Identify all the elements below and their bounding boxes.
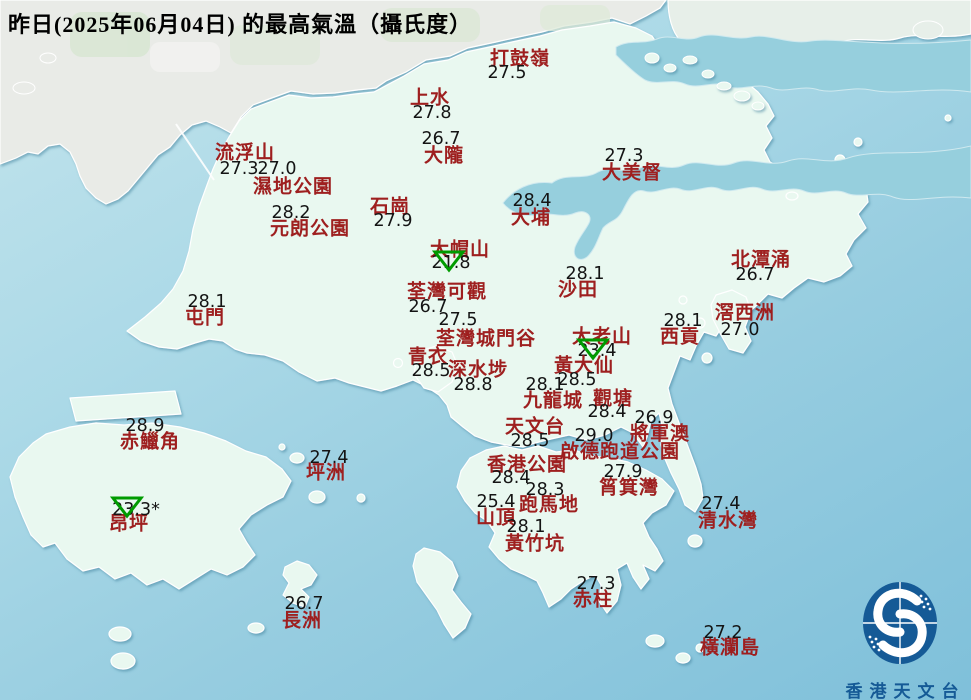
station-temperature: 28.3 <box>526 480 565 500</box>
station-temperature: 26.7 <box>285 594 324 614</box>
station-temperature: 27.8 <box>413 103 452 123</box>
station-temperature: 26.7 <box>736 265 775 285</box>
station-temperature: 28.5 <box>412 361 451 381</box>
station-temperature: 27.0 <box>721 320 760 340</box>
hko-logo: 香港天文台 HONG KONG OBSERVATORY <box>818 576 971 700</box>
station-temperature: 28.1 <box>507 517 546 537</box>
station-temperature: 27.3 <box>605 146 644 166</box>
station-temperature: 27.0 <box>258 159 297 179</box>
station-temperature: 28.4 <box>588 402 627 422</box>
station-temperature: 27.5 <box>488 63 527 83</box>
min-triangle-marker <box>110 495 144 519</box>
station-temperature: 27.9 <box>374 211 413 231</box>
station-temperature: 28.1 <box>526 375 565 395</box>
hko-logo-icon <box>818 576 971 670</box>
hko-logo-chinese-name: 香港天文台 <box>818 677 971 700</box>
station-temperature: 28.9 <box>126 416 165 436</box>
station-temperature: 26.9 <box>635 408 674 428</box>
station-temperature: 27.3 <box>577 574 616 594</box>
station-temperature: 28.4 <box>513 191 552 211</box>
map-title: 昨日(2025年06月04日) 的最高氣溫（攝氏度） <box>8 7 472 39</box>
station-temperature: 28.1 <box>188 292 227 312</box>
station-temperature: 27.5 <box>439 310 478 330</box>
station-temperature: 27.2 <box>704 623 743 643</box>
station-temperature: 27.4 <box>310 448 349 468</box>
station-temperature: 27.4 <box>702 494 741 514</box>
station-temperature: 28.5 <box>511 431 550 451</box>
station-temperature: 27.9 <box>604 462 643 482</box>
hko-max-temperature-map: 昨日(2025年06月04日) 的最高氣溫（攝氏度） 打鼓嶺27.5上水27.8… <box>0 0 971 700</box>
station-temperature: 29.0 <box>575 426 614 446</box>
station-temperature: 28.1 <box>566 264 605 284</box>
min-triangle-marker <box>432 249 466 273</box>
station-temperature: 28.8 <box>454 375 493 395</box>
station-temperature: 25.4 <box>477 492 516 512</box>
station-temperature: 28.1 <box>664 311 703 331</box>
station-temperature: 28.2 <box>272 203 311 223</box>
station-temperature: 26.7 <box>422 129 461 149</box>
min-triangle-marker <box>576 337 610 361</box>
